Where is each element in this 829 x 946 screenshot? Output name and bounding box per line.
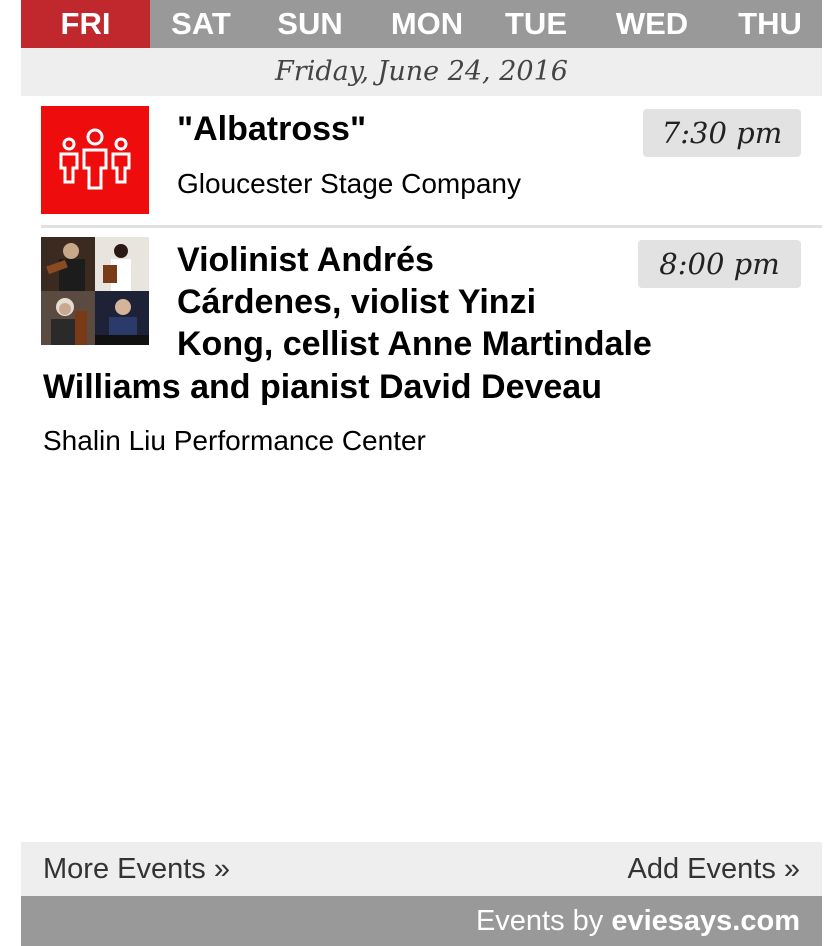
event-divider bbox=[41, 225, 822, 228]
tab-mon[interactable]: MON bbox=[368, 0, 486, 48]
day-tabs: FRI SAT SUN MON TUE WED THU bbox=[21, 0, 822, 48]
tab-tue[interactable]: TUE bbox=[486, 0, 586, 48]
footer-links: More Events » Add Events » bbox=[21, 842, 822, 896]
credit-prefix: Events by bbox=[475, 905, 612, 937]
date-heading: Friday, June 24, 2016 bbox=[21, 48, 822, 96]
event-venue: Gloucester Stage Company bbox=[177, 168, 521, 199]
events-widget: FRI SAT SUN MON TUE WED THU Friday, June… bbox=[21, 0, 822, 946]
people-icon bbox=[59, 128, 131, 190]
tab-fri[interactable]: FRI bbox=[21, 0, 150, 48]
event-title-line[interactable]: Violinist Andrés bbox=[177, 239, 434, 281]
event-title-line[interactable]: Cárdenes, violist Yinzi bbox=[177, 281, 536, 323]
event-time-badge: 8:00 pm bbox=[638, 240, 801, 288]
event-item[interactable]: Violinist Andrés Cárdenes, violist Yinzi… bbox=[21, 237, 822, 467]
add-events-link[interactable]: Add Events » bbox=[628, 842, 801, 896]
event-item[interactable]: "Albatross" 7:30 pm Gloucester Stage Com… bbox=[21, 106, 822, 226]
event-thumbnail[interactable] bbox=[41, 106, 149, 214]
credit-brand[interactable]: eviesays.com bbox=[611, 905, 800, 937]
event-title[interactable]: "Albatross" bbox=[177, 108, 366, 150]
event-time-badge: 7:30 pm bbox=[643, 109, 801, 157]
more-events-link[interactable]: More Events » bbox=[43, 842, 230, 896]
tab-sun[interactable]: SUN bbox=[252, 0, 368, 48]
musicians-photo bbox=[41, 237, 149, 345]
credit-bar[interactable]: Events by eviesays.com bbox=[21, 896, 822, 946]
event-title-line[interactable]: Williams and pianist David Deveau bbox=[43, 366, 602, 408]
event-thumbnail[interactable] bbox=[41, 237, 149, 345]
event-title-line[interactable]: Kong, cellist Anne Martindale bbox=[177, 323, 652, 365]
tab-sat[interactable]: SAT bbox=[150, 0, 252, 48]
tab-wed[interactable]: WED bbox=[586, 0, 718, 48]
tab-thu[interactable]: THU bbox=[718, 0, 822, 48]
event-venue: Shalin Liu Performance Center bbox=[43, 425, 426, 456]
